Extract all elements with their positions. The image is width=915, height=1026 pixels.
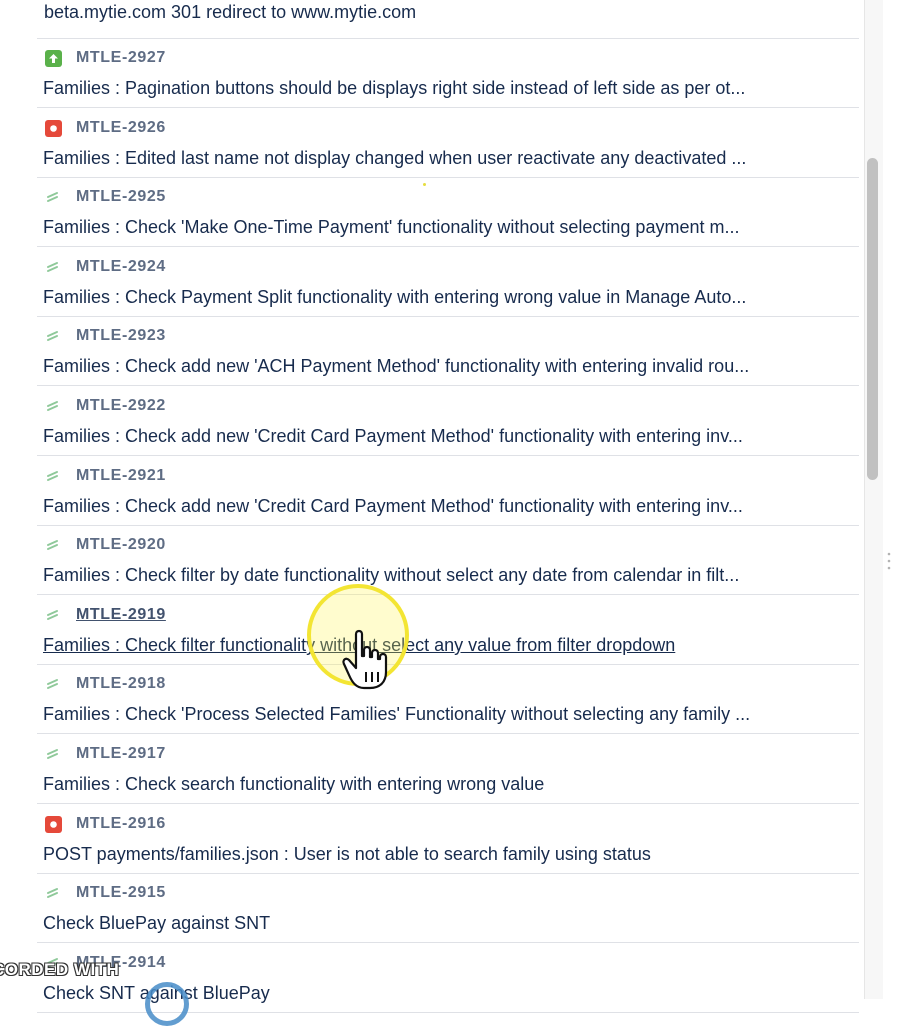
issue-row[interactable]: MTLE-2924 Families : Check Payment Split … [37,248,859,317]
subtask-icon [45,189,62,206]
issue-summary-link[interactable]: Families : Check Payment Split functiona… [43,285,851,309]
issue-header: MTLE-2921 [45,466,166,486]
subtask-icon [45,328,62,345]
issue-row[interactable]: MTLE-2914 Check SNT against BluePay [37,944,859,1013]
issue-row[interactable]: MTLE-2923 Families : Check add new 'ACH P… [37,317,859,386]
issue-summary-link[interactable]: POST payments/families.json : User is no… [43,842,851,866]
issue-summary-link[interactable]: Check BluePay against SNT [43,911,851,935]
issue-row[interactable]: MTLE-2917 Families : Check search functio… [37,735,859,804]
scrollbar-track[interactable] [864,0,883,999]
issue-row[interactable]: MTLE-2916 POST payments/families.json : U… [37,805,859,874]
issue-header: MTLE-2915 [45,883,166,903]
issue-summary-link[interactable]: Families : Check add new 'ACH Payment Me… [43,354,851,378]
issue-summary-link[interactable]: Families : Pagination buttons should be … [43,76,851,100]
subtask-icon [45,259,62,276]
scrollbar-thumb[interactable] [867,158,878,480]
issue-row[interactable]: MTLE-2918 Families : Check 'Process Selec… [37,665,859,734]
issue-row[interactable]: MTLE-2926 Families : Edited last name not… [37,109,859,178]
subtask-icon [45,955,62,972]
issue-summary-link[interactable]: Families : Check add new 'Credit Card Pa… [43,424,851,448]
issue-summary-link[interactable]: Families : Check filter by date function… [43,563,851,587]
issue-row[interactable]: MTLE-2915 Check BluePay against SNT [37,874,859,943]
issue-header: MTLE-2924 [45,257,166,277]
issue-header: MTLE-2916 [45,814,166,834]
issue-row[interactable]: MTLE-2922 Families : Check add new 'Credi… [37,387,859,456]
issue-header: MTLE-2919 [45,605,166,625]
subtask-icon [45,746,62,763]
issue-key-link[interactable]: MTLE-2917 [76,745,166,763]
issue-key-link[interactable]: MTLE-2922 [76,397,166,415]
issue-summary-link[interactable]: Families : Check add new 'Credit Card Pa… [43,494,851,518]
issue-key-link[interactable]: MTLE-2920 [76,536,166,554]
issue-header: MTLE-2917 [45,744,166,764]
issue-row[interactable]: MTLE-2927 Families : Pagination buttons s… [37,39,859,108]
issue-summary-link[interactable]: Families : Check 'Process Selected Famil… [43,702,851,726]
issue-key-link[interactable]: MTLE-2916 [76,815,166,833]
issue-row[interactable]: MTLE-2921 Families : Check add new 'Credi… [37,457,859,526]
subtask-icon [45,885,62,902]
subtask-icon [45,398,62,415]
subtask-icon [45,607,62,624]
issue-row[interactable]: MTLE-2925 Families : Check 'Make One-Time… [37,178,859,247]
issue-header: MTLE-2923 [45,326,166,346]
issue-row[interactable]: MTLE-2920 Families : Check filter by date… [37,526,859,595]
issue-summary-link[interactable]: Families : Edited last name not display … [43,146,851,170]
issue-header: MTLE-2914 [45,953,166,973]
improvement-icon [45,49,62,67]
partial-issue-summary[interactable]: beta.mytie.com 301 redirect to www.mytie… [44,0,844,26]
issue-summary-link[interactable]: Families : Check 'Make One-Time Payment'… [43,215,851,239]
issue-summary-link[interactable]: Check SNT against BluePay [43,981,851,1005]
issue-row[interactable]: MTLE-2919 Families : Check filter functio… [37,596,859,665]
issue-key-link[interactable]: MTLE-2921 [76,467,166,485]
issue-key-link[interactable]: MTLE-2926 [76,119,166,137]
issue-header: MTLE-2926 [45,118,166,138]
issue-key-link[interactable]: MTLE-2914 [76,954,166,972]
bug-icon [45,119,62,137]
issue-header: MTLE-2925 [45,187,166,207]
subtask-icon [45,676,62,693]
issue-key-link[interactable]: MTLE-2915 [76,884,166,902]
issue-key-link[interactable]: MTLE-2923 [76,327,166,345]
issue-key-link[interactable]: MTLE-2918 [76,675,166,693]
issue-summary-link[interactable]: Families : Check filter functionality wi… [43,633,851,657]
bug-icon [45,815,62,833]
issue-key-link[interactable]: MTLE-2919 [76,606,166,624]
highlight-speck [423,183,426,186]
subtask-icon [45,468,62,485]
issue-header: MTLE-2922 [45,396,166,416]
issue-key-link[interactable]: MTLE-2927 [76,49,166,67]
issue-key-link[interactable]: MTLE-2925 [76,188,166,206]
issue-header: MTLE-2920 [45,535,166,555]
issue-key-link[interactable]: MTLE-2924 [76,258,166,276]
issue-summary-link[interactable]: Families : Check search functionality wi… [43,772,851,796]
issue-header: MTLE-2918 [45,674,166,694]
drag-handle-icon[interactable] [886,551,892,571]
subtask-icon [45,537,62,554]
issue-header: MTLE-2927 [45,48,166,68]
